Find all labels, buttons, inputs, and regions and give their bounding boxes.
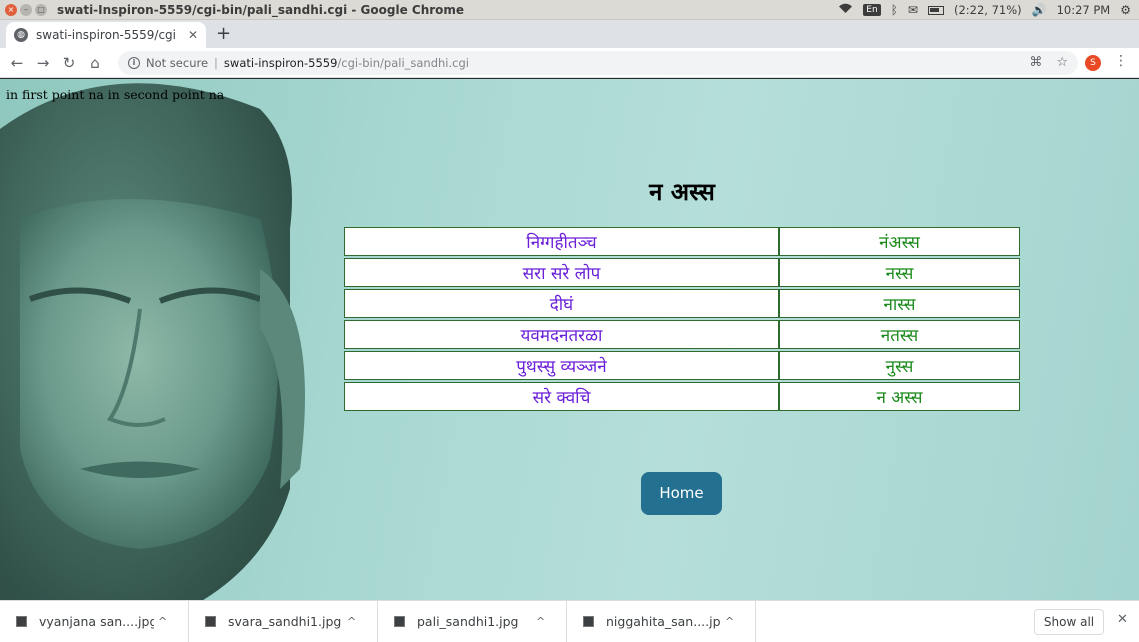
- table-row: पुथस्सु व्यञ्जने नुस्स: [344, 351, 1020, 380]
- rule-cell: पुथस्सु व्यञ्जने: [344, 351, 779, 380]
- download-item[interactable]: svara_sandhi1.jpg ^: [189, 600, 378, 642]
- table-row: सरे क्वचि न अस्स: [344, 382, 1020, 411]
- url-host: swati-inspiron-5559: [223, 56, 338, 70]
- back-arrow-icon[interactable]: ←: [4, 54, 30, 72]
- power-settings-icon[interactable]: ⚙: [1120, 3, 1131, 17]
- rule-cell: सरा सरे लोप: [344, 258, 779, 287]
- browser-tab[interactable]: ◍ swati-inspiron-5559/cgi-b ✕: [6, 22, 206, 48]
- chevron-up-icon[interactable]: ^: [725, 615, 734, 628]
- system-tray: En ᛒ ✉ (2:22, 71%) 🔊 10:27 PM ⚙: [838, 0, 1131, 20]
- result-cell: नंअस्स: [779, 227, 1020, 256]
- result-cell: न अस्स: [779, 382, 1020, 411]
- home-icon[interactable]: ⌂: [82, 54, 108, 72]
- close-icon[interactable]: ✕: [1117, 612, 1128, 627]
- info-icon[interactable]: i: [128, 57, 140, 69]
- tab-strip: ◍ swati-inspiron-5559/cgi-b ✕ +: [0, 20, 1139, 48]
- security-label[interactable]: Not secure: [146, 56, 208, 70]
- os-title-bar: × – □ swati-Inspiron-5559/cgi-bin/pali_s…: [0, 0, 1139, 20]
- url-path: /cgi-bin/pali_sandhi.cgi: [337, 56, 469, 70]
- bookmark-star-icon[interactable]: ☆: [1056, 55, 1068, 70]
- rule-cell: निग्गहीतञ्च: [344, 227, 779, 256]
- chevron-up-icon[interactable]: ^: [536, 615, 545, 628]
- wifi-icon[interactable]: [838, 3, 853, 17]
- window-close-icon[interactable]: ×: [5, 3, 17, 16]
- image-file-icon: [16, 616, 27, 627]
- table-row: निग्गहीतञ्च नंअस्स: [344, 227, 1020, 256]
- download-item[interactable]: vyanjana san....jpg ^: [0, 600, 189, 642]
- new-tab-icon[interactable]: +: [216, 23, 231, 44]
- address-bar[interactable]: i Not secure | swati-inspiron-5559/cgi-b…: [118, 51, 1078, 75]
- rule-cell: यवमदनतरळा: [344, 320, 779, 349]
- page-viewport: in first point na in second point na न अ…: [0, 79, 1139, 600]
- window-minimize-icon[interactable]: –: [20, 3, 32, 16]
- buddha-background-image: [0, 83, 305, 600]
- tab-close-icon[interactable]: ✕: [188, 28, 198, 42]
- result-cell: नास्स: [779, 289, 1020, 318]
- image-file-icon: [394, 616, 405, 627]
- battery-status: (2:22, 71%): [953, 3, 1022, 17]
- result-cell: नुस्स: [779, 351, 1020, 380]
- keyboard-layout-badge[interactable]: En: [863, 4, 881, 16]
- downloads-shelf: vyanjana san....jpg ^ svara_sandhi1.jpg …: [0, 600, 1139, 642]
- chevron-up-icon[interactable]: ^: [158, 615, 167, 628]
- image-file-icon: [583, 616, 594, 627]
- mail-icon[interactable]: ✉: [908, 3, 918, 17]
- download-filename: niggahita_san....jpg: [606, 614, 721, 629]
- window-controls: × – □: [5, 3, 47, 16]
- download-filename: vyanjana san....jpg: [39, 614, 154, 629]
- volume-icon[interactable]: 🔊: [1032, 3, 1047, 17]
- window-title: swati-Inspiron-5559/cgi-bin/pali_sandhi.…: [57, 2, 465, 17]
- bluetooth-icon[interactable]: ᛒ: [891, 3, 898, 17]
- url-separator: |: [214, 56, 218, 70]
- home-button[interactable]: Home: [641, 472, 722, 515]
- tab-title: swati-inspiron-5559/cgi-b: [36, 28, 176, 42]
- profile-avatar[interactable]: S: [1085, 55, 1101, 71]
- result-cell: नस्स: [779, 258, 1020, 287]
- table-row: यवमदनतरळा नतस्स: [344, 320, 1020, 349]
- download-filename: pali_sandhi1.jpg: [417, 614, 519, 629]
- window-maximize-icon[interactable]: □: [35, 3, 47, 16]
- show-all-button[interactable]: Show all: [1034, 609, 1104, 635]
- sandhi-steps-table: निग्गहीतञ्च नंअस्स सरा सरे लोप नस्स दीघं…: [344, 225, 1020, 413]
- debug-output-text: in first point na in second point na: [6, 87, 225, 102]
- download-filename: svara_sandhi1.jpg: [228, 614, 342, 629]
- menu-dots-icon[interactable]: ⋮: [1114, 53, 1128, 69]
- image-file-icon: [205, 616, 216, 627]
- reload-icon[interactable]: ↻: [56, 54, 82, 72]
- table-row: सरा सरे लोप नस्स: [344, 258, 1020, 287]
- result-cell: नतस्स: [779, 320, 1020, 349]
- download-item[interactable]: pali_sandhi1.jpg ^: [378, 600, 567, 642]
- translate-icon[interactable]: ⌘: [1029, 55, 1042, 70]
- forward-arrow-icon[interactable]: →: [30, 54, 56, 72]
- rule-cell: दीघं: [344, 289, 779, 318]
- page-heading: न अस्स: [649, 178, 715, 206]
- globe-favicon-icon: ◍: [14, 28, 28, 42]
- download-item[interactable]: niggahita_san....jpg ^: [567, 600, 756, 642]
- table-row: दीघं नास्स: [344, 289, 1020, 318]
- clock[interactable]: 10:27 PM: [1057, 3, 1111, 17]
- chevron-up-icon[interactable]: ^: [347, 615, 356, 628]
- rule-cell: सरे क्वचि: [344, 382, 779, 411]
- battery-icon[interactable]: [927, 5, 944, 15]
